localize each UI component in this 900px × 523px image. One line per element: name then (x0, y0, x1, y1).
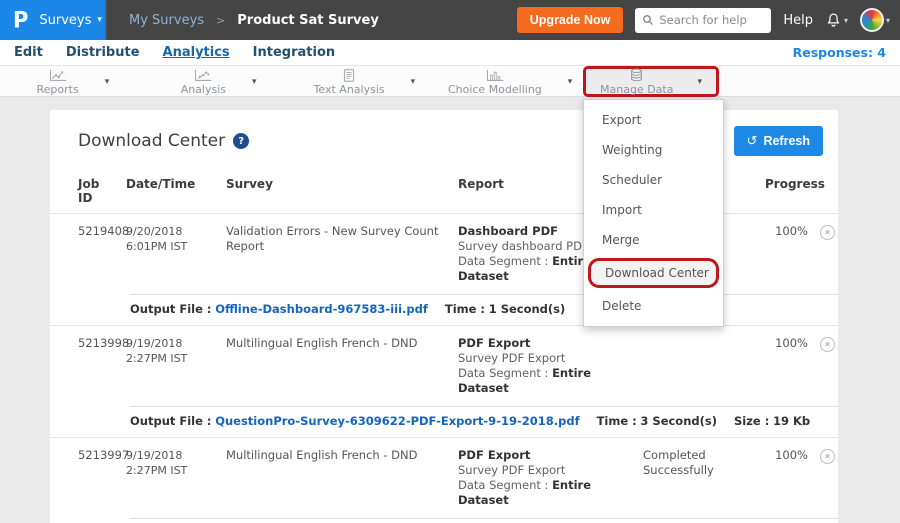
job-datetime: 9/19/2018 2:27PM IST (126, 336, 226, 396)
job-progress: 100% (765, 224, 820, 284)
chevron-down-icon[interactable]: ▾ (568, 77, 573, 87)
toolbar-reports[interactable]: Reports ▾ (0, 66, 146, 97)
job-datetime: 9/19/2018 2:27PM IST (126, 448, 226, 508)
job-survey: Multilingual English French - DND (226, 448, 458, 508)
job-report: PDF Export Survey PDF Export Data Segmen… (458, 448, 643, 508)
toolbar-choice-modelling-label: Choice Modelling (448, 84, 542, 95)
scatter-chart-icon (194, 69, 212, 82)
job-datetime: 9/20/2018 6:01PM IST (126, 224, 226, 284)
analytics-toolbar: Reports ▾ Analysis ▾ Text Analysis ▾ (0, 66, 900, 97)
search-icon (642, 14, 654, 26)
toolbar-choice-modelling[interactable]: Choice Modelling ▾ (437, 66, 583, 97)
tab-edit[interactable]: Edit (14, 45, 43, 60)
product-switcher[interactable]: P Surveys ▾ (0, 0, 107, 40)
menu-item-import[interactable]: Import (584, 195, 723, 225)
tab-analytics[interactable]: Analytics (163, 45, 230, 60)
cancel-job-icon[interactable]: ✕ (820, 225, 835, 240)
job-status: Completed Successfully (643, 448, 765, 508)
top-bar: P Surveys ▾ My Surveys > Product Sat Sur… (0, 0, 900, 40)
search-input[interactable] (659, 13, 764, 27)
job-report: PDF Export Survey PDF Export Data Segmen… (458, 336, 643, 396)
account-menu[interactable]: ▾ (860, 8, 890, 32)
database-icon (629, 68, 644, 82)
col-date-time: Date/Time (126, 177, 226, 205)
cancel-job-icon[interactable]: ✕ (820, 449, 835, 464)
toolbar-manage-data-label: Manage Data (600, 84, 673, 95)
page-title-text: Download Center (78, 131, 225, 151)
output-file-row: Output File : Offline-Dashboard-967583-i… (130, 294, 838, 325)
col-progress: Progress (765, 177, 820, 205)
refresh-icon: ↺ (747, 133, 758, 149)
job-progress: 100% (765, 336, 820, 396)
job-id: 5219408 (78, 224, 126, 284)
page-title: Download Center ? (78, 131, 249, 151)
chevron-down-icon[interactable]: ▾ (252, 77, 257, 87)
menu-item-scheduler[interactable]: Scheduler (584, 165, 723, 195)
breadcrumb-my-surveys[interactable]: My Surveys (129, 13, 204, 28)
upgrade-now-button[interactable]: Upgrade Now (517, 7, 624, 33)
job-status (643, 336, 765, 396)
job-survey: Validation Errors - New Survey Count Rep… (226, 224, 458, 284)
output-file-row: Output File : QuestionPro-Survey-6309622… (130, 406, 838, 437)
text-document-icon (342, 69, 356, 82)
survey-nav: Edit Distribute Analytics Integration Re… (0, 40, 900, 66)
col-survey: Survey (226, 177, 458, 205)
responses-count[interactable]: Responses: 4 (793, 45, 886, 60)
chevron-down-icon[interactable]: ▾ (105, 77, 110, 87)
toolbar-analysis[interactable]: Analysis ▾ (146, 66, 292, 97)
tab-distribute[interactable]: Distribute (66, 45, 140, 60)
breadcrumb-separator: > (216, 14, 225, 27)
output-file-link[interactable]: Offline-Dashboard-967583-iii.pdf (215, 302, 428, 316)
tab-integration[interactable]: Integration (253, 45, 335, 60)
content-area: Download Center ? ↺ Refresh Job ID Date/… (0, 97, 900, 523)
menu-item-delete[interactable]: Delete (584, 291, 723, 321)
chevron-down-icon: ▾ (844, 16, 848, 25)
table-row: 5213997 9/19/2018 2:27PM IST Multilingua… (50, 438, 838, 523)
cancel-job-icon[interactable]: ✕ (820, 337, 835, 352)
job-id: 5213998 (78, 336, 126, 396)
menu-item-download-center[interactable]: Download Center (591, 261, 716, 285)
refresh-button[interactable]: ↺ Refresh (734, 126, 823, 156)
toolbar-manage-data[interactable]: Manage Data (600, 68, 673, 95)
menu-item-export[interactable]: Export (584, 105, 723, 135)
download-center-highlight: Download Center (588, 258, 719, 288)
table-row: 5213998 9/19/2018 2:27PM IST Multilingua… (50, 326, 838, 438)
job-id: 5213997 (78, 448, 126, 508)
toolbar-text-analysis[interactable]: Text Analysis ▾ (292, 66, 438, 97)
help-question-icon[interactable]: ? (233, 133, 249, 149)
surveys-menu-label: Surveys (39, 13, 91, 28)
help-search[interactable] (635, 8, 771, 33)
breadcrumb: My Surveys > Product Sat Survey (129, 13, 379, 28)
chevron-down-icon: ▾ (886, 16, 890, 25)
manage-data-dropdown: Export Weighting Scheduler Import Merge … (583, 99, 724, 327)
output-file-row: Output File : QuestionPro-Survey-6309622… (130, 518, 838, 523)
toolbar-reports-label: Reports (37, 84, 79, 95)
toolbar-text-analysis-label: Text Analysis (314, 84, 385, 95)
help-link[interactable]: Help (783, 13, 813, 28)
job-survey: Multilingual English French - DND (226, 336, 458, 396)
questionpro-logo-icon: P (13, 7, 28, 32)
chevron-down-icon[interactable]: ▾ (697, 77, 702, 87)
line-chart-icon (49, 69, 67, 82)
notifications-menu[interactable]: ▾ (825, 12, 848, 29)
toolbar-manage-data-highlight: Manage Data ▾ (583, 66, 719, 97)
bar-chart-icon (486, 69, 504, 82)
menu-item-weighting[interactable]: Weighting (584, 135, 723, 165)
menu-item-merge[interactable]: Merge (584, 225, 723, 255)
bell-icon (825, 12, 842, 29)
chevron-down-icon[interactable]: ▾ (411, 77, 416, 87)
avatar (860, 8, 884, 32)
refresh-button-label: Refresh (763, 134, 810, 148)
breadcrumb-current-survey: Product Sat Survey (237, 13, 379, 28)
col-job-id: Job ID (78, 177, 126, 205)
output-file-link[interactable]: QuestionPro-Survey-6309622-PDF-Export-9-… (215, 414, 579, 428)
job-progress: 100% (765, 448, 820, 508)
chevron-down-icon: ▾ (97, 15, 102, 25)
toolbar-analysis-label: Analysis (181, 84, 226, 95)
